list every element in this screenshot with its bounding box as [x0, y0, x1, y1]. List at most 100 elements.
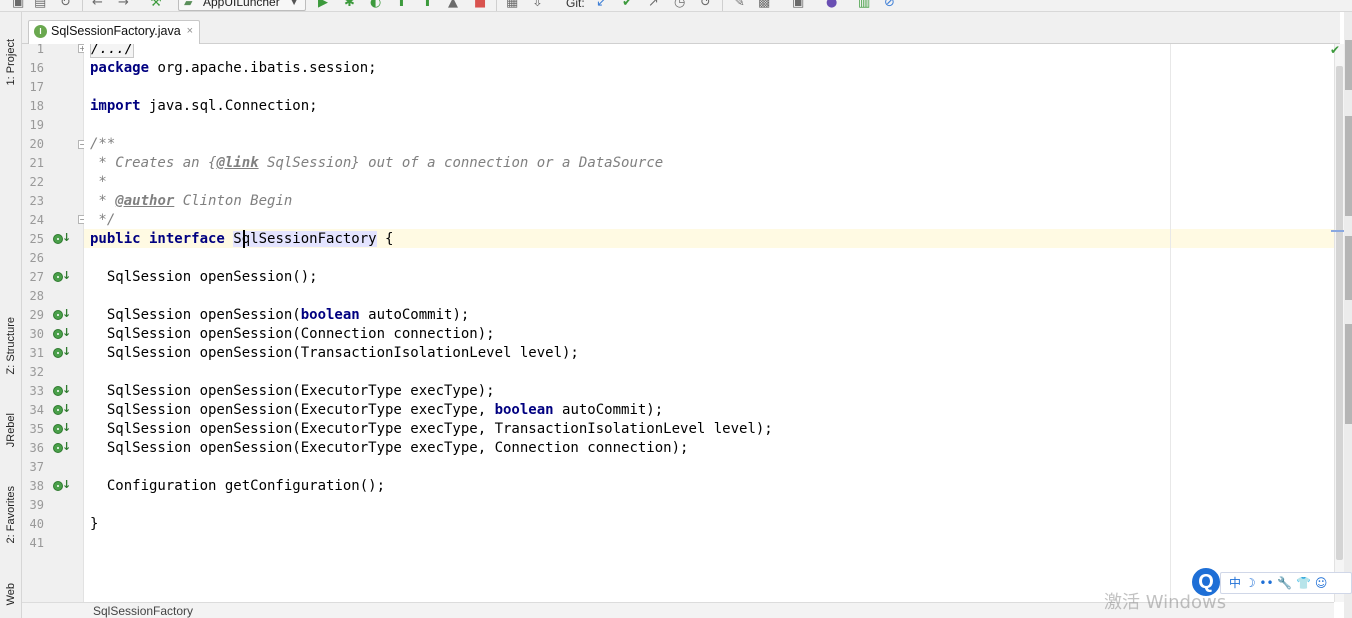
code-text: autoCommit);	[553, 402, 664, 418]
line-number: 33	[29, 384, 44, 398]
code-line: * Creates an {@link SqlSession} out of a…	[90, 154, 663, 173]
favorites-tab-label: 2: Favorites	[5, 486, 17, 544]
forward-arrow-icon[interactable]: →	[118, 0, 129, 11]
implemented-marker-icon[interactable]: ↓	[53, 440, 71, 455]
line-number: 22	[29, 175, 44, 189]
web-tool-tab[interactable]: Web	[3, 572, 19, 616]
implemented-marker-icon[interactable]: ↓	[53, 269, 71, 284]
build-hammer-icon[interactable]: ⚒	[150, 0, 162, 11]
vcs-update-icon[interactable]: ⇩	[532, 0, 543, 11]
keyword: public interface	[90, 231, 225, 247]
code-editor[interactable]: /.../ package org.apache.ibatis.session;…	[84, 44, 1334, 602]
bean-validation-tab[interactable]	[1345, 324, 1352, 424]
implemented-marker-icon[interactable]: ↓	[53, 402, 71, 417]
coverage-icon[interactable]: ◐	[370, 0, 381, 11]
run-icon[interactable]: ▶	[318, 0, 328, 11]
attach-icon[interactable]: ▲	[448, 0, 458, 11]
right-tool-strip	[1344, 12, 1352, 618]
line-number: 25	[29, 232, 44, 246]
line-number: 28	[29, 289, 44, 303]
line-number: 16	[29, 61, 44, 75]
favorites-tool-tab[interactable]: 2: Favorites	[3, 474, 19, 556]
line-number: 38	[29, 479, 44, 493]
implemented-marker-icon[interactable]: ↓	[53, 421, 71, 436]
database-tab[interactable]	[1345, 236, 1352, 300]
line-number: 35	[29, 422, 44, 436]
code-line: SqlSession openSession();	[90, 269, 318, 285]
line-number: 24	[29, 213, 44, 227]
jrebel-run-icon[interactable]: ⬆	[396, 0, 407, 11]
close-icon[interactable]: ×	[187, 21, 193, 41]
editor-scrollbar[interactable]	[1331, 44, 1345, 602]
implemented-marker-icon[interactable]: ↓	[53, 326, 71, 341]
structure-tool-tab[interactable]: Z: Structure	[3, 306, 19, 386]
line-number: 31	[29, 346, 44, 360]
sync-icon[interactable]: ↻	[60, 0, 71, 11]
code-line: SqlSession openSession(boolean autoCommi…	[90, 306, 469, 325]
code-text: java.sql.Connection;	[140, 98, 318, 114]
scrollbar-thumb[interactable]	[1336, 66, 1343, 560]
line-number: 18	[29, 99, 44, 113]
profiler-icon[interactable]: ▥	[858, 0, 870, 11]
interface-name: SqlSessionFactory	[233, 231, 377, 247]
implemented-marker-icon[interactable]: ↓	[53, 231, 71, 246]
code-line: }	[90, 516, 99, 532]
git-push-icon[interactable]: ↗	[648, 0, 659, 11]
breadcrumb-gutter	[22, 602, 84, 618]
implemented-marker-icon[interactable]: ↓	[53, 307, 71, 322]
device-manager-icon[interactable]: ▣	[792, 0, 804, 11]
project-tab-label: 1: Project	[5, 38, 17, 86]
breadcrumb-item[interactable]: SqlSessionFactory	[93, 604, 193, 618]
line-number: 30	[29, 327, 44, 341]
history-icon[interactable]: ◷	[674, 0, 685, 11]
disable-icon[interactable]: ⊘	[884, 0, 895, 11]
plugin-icon[interactable]: ●	[826, 0, 837, 11]
implemented-marker-icon[interactable]: ↓	[53, 345, 71, 360]
line-number: 21	[29, 156, 44, 170]
line-number: 23	[29, 194, 44, 208]
code-text: autoCommit);	[359, 307, 470, 323]
save-icon[interactable]: ▤	[34, 0, 46, 11]
code-line: SqlSession openSession(TransactionIsolat…	[90, 345, 579, 361]
inspection-ok-icon[interactable]: ✔	[1330, 43, 1340, 57]
code-line: SqlSession openSession(ExecutorType exec…	[90, 421, 773, 437]
debug-icon[interactable]: ✱	[344, 0, 355, 11]
comment-text: * Creates an {	[90, 155, 217, 171]
save-all-icon[interactable]: ▣	[12, 0, 24, 11]
maven-projects-tab[interactable]	[1345, 116, 1352, 216]
keyword: boolean	[300, 307, 360, 323]
implemented-marker-icon[interactable]: ↓	[53, 383, 71, 398]
project-tool-tab[interactable]: 1: Project	[3, 26, 19, 98]
line-number: 36	[29, 441, 44, 455]
sdk-manager-icon[interactable]: ▩	[758, 0, 770, 11]
ime-controls[interactable]: 中 ☽ •• 🔧 👕 ☺	[1220, 572, 1352, 594]
code-line: SqlSession openSession(Connection connec…	[90, 326, 495, 342]
tab-sqlsessionfactory[interactable]: I SqlSessionFactory.java ×	[28, 20, 200, 44]
toolbar-divider	[722, 0, 723, 11]
line-number: 32	[29, 365, 44, 379]
code-line: SqlSession openSession(ExecutorType exec…	[90, 401, 663, 420]
run-configuration-dropdown[interactable]: ▰ AppUILuncher ▼	[178, 0, 306, 11]
implemented-marker-icon[interactable]: ↓	[53, 478, 71, 493]
jrebel-tool-tab[interactable]: JRebel	[3, 404, 19, 456]
line-number: 40	[29, 517, 44, 531]
editor-tab-bar: I SqlSessionFactory.java ×	[22, 12, 1340, 44]
stop-icon[interactable]: ■	[474, 0, 486, 11]
ant-build-tab[interactable]	[1345, 40, 1352, 90]
ime-toolbar: Q 中 ☽ •• 🔧 👕 ☺	[1190, 566, 1352, 598]
settings-wrench-icon[interactable]: ✎	[734, 0, 745, 11]
ime-logo-icon[interactable]: Q	[1190, 566, 1222, 598]
tab-filename: SqlSessionFactory.java	[51, 24, 181, 38]
revert-icon[interactable]: ↺	[700, 0, 711, 11]
caret-position-marker	[1331, 230, 1345, 232]
back-arrow-icon[interactable]: ←	[92, 0, 103, 11]
right-margin-guide	[1170, 44, 1171, 602]
comment-text: *	[90, 193, 116, 209]
jrebel-debug-icon[interactable]: ⬆	[422, 0, 433, 11]
project-structure-icon[interactable]: ▦	[506, 0, 518, 11]
code-line: SqlSession openSession(ExecutorType exec…	[90, 383, 495, 399]
code-line: /**	[90, 136, 116, 152]
git-commit-icon[interactable]: ✔	[622, 0, 633, 11]
collapsed-license-block[interactable]: /.../	[90, 44, 135, 58]
git-update-icon[interactable]: ↙	[596, 0, 607, 11]
